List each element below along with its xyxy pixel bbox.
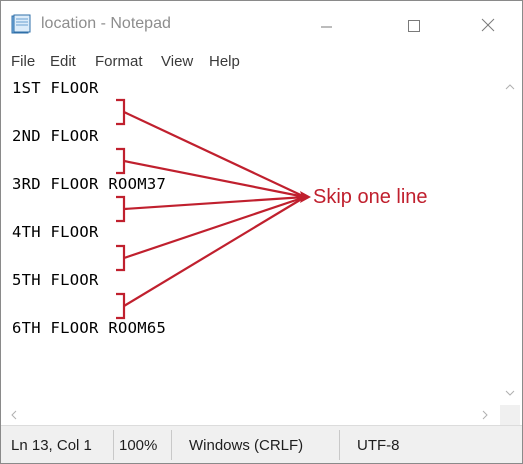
menu-view[interactable]: View: [161, 53, 193, 70]
menu-bar: File Edit Format View Help: [1, 49, 522, 75]
editor-line-9: 5TH FLOOR: [12, 271, 99, 289]
horizontal-scrollbar[interactable]: [3, 405, 500, 425]
status-encoding: UTF-8: [357, 437, 400, 454]
status-divider: [171, 430, 172, 460]
menu-edit[interactable]: Edit: [50, 53, 76, 70]
status-line-ending: Windows (CRLF): [189, 437, 304, 454]
notepad-window: location - Notepad File Edit Format View…: [0, 0, 523, 464]
minimize-button[interactable]: [297, 1, 355, 47]
status-position: Ln 13, Col 1: [11, 437, 92, 454]
minimize-icon: [321, 26, 332, 28]
maximize-button[interactable]: [386, 1, 444, 47]
status-divider: [113, 430, 114, 460]
editor-line-11: 6TH FLOOR ROOM65: [12, 319, 167, 337]
editor-line-1: 1ST FLOOR: [12, 79, 99, 97]
status-divider: [339, 430, 340, 460]
status-zoom: 100%: [119, 437, 158, 454]
editor-line-7: 4TH FLOOR: [12, 223, 99, 241]
editor-line-3: 2ND FLOOR: [12, 127, 99, 145]
menu-help[interactable]: Help: [209, 53, 240, 70]
notepad-icon: [10, 14, 32, 34]
text-editor[interactable]: 1ST FLOOR 2ND FLOOR 3RD FLOOR ROOM37 4TH…: [3, 75, 500, 405]
scroll-arrows-horizontal-icon: [11, 410, 488, 420]
scroll-arrows-vertical-icon: [505, 84, 515, 396]
window-title: location - Notepad: [41, 15, 171, 32]
scrollbar-corner: [500, 405, 520, 425]
maximize-icon: [408, 20, 420, 32]
menu-file[interactable]: File: [11, 53, 35, 70]
menu-format[interactable]: Format: [95, 53, 143, 70]
vertical-scrollbar[interactable]: [500, 75, 520, 405]
close-icon: [481, 18, 495, 32]
status-bar: Ln 13, Col 1 100% Windows (CRLF) UTF-8: [1, 425, 522, 463]
close-button[interactable]: [457, 1, 515, 47]
editor-line-5: 3RD FLOOR ROOM37: [12, 175, 167, 193]
title-bar[interactable]: location - Notepad: [1, 1, 522, 47]
